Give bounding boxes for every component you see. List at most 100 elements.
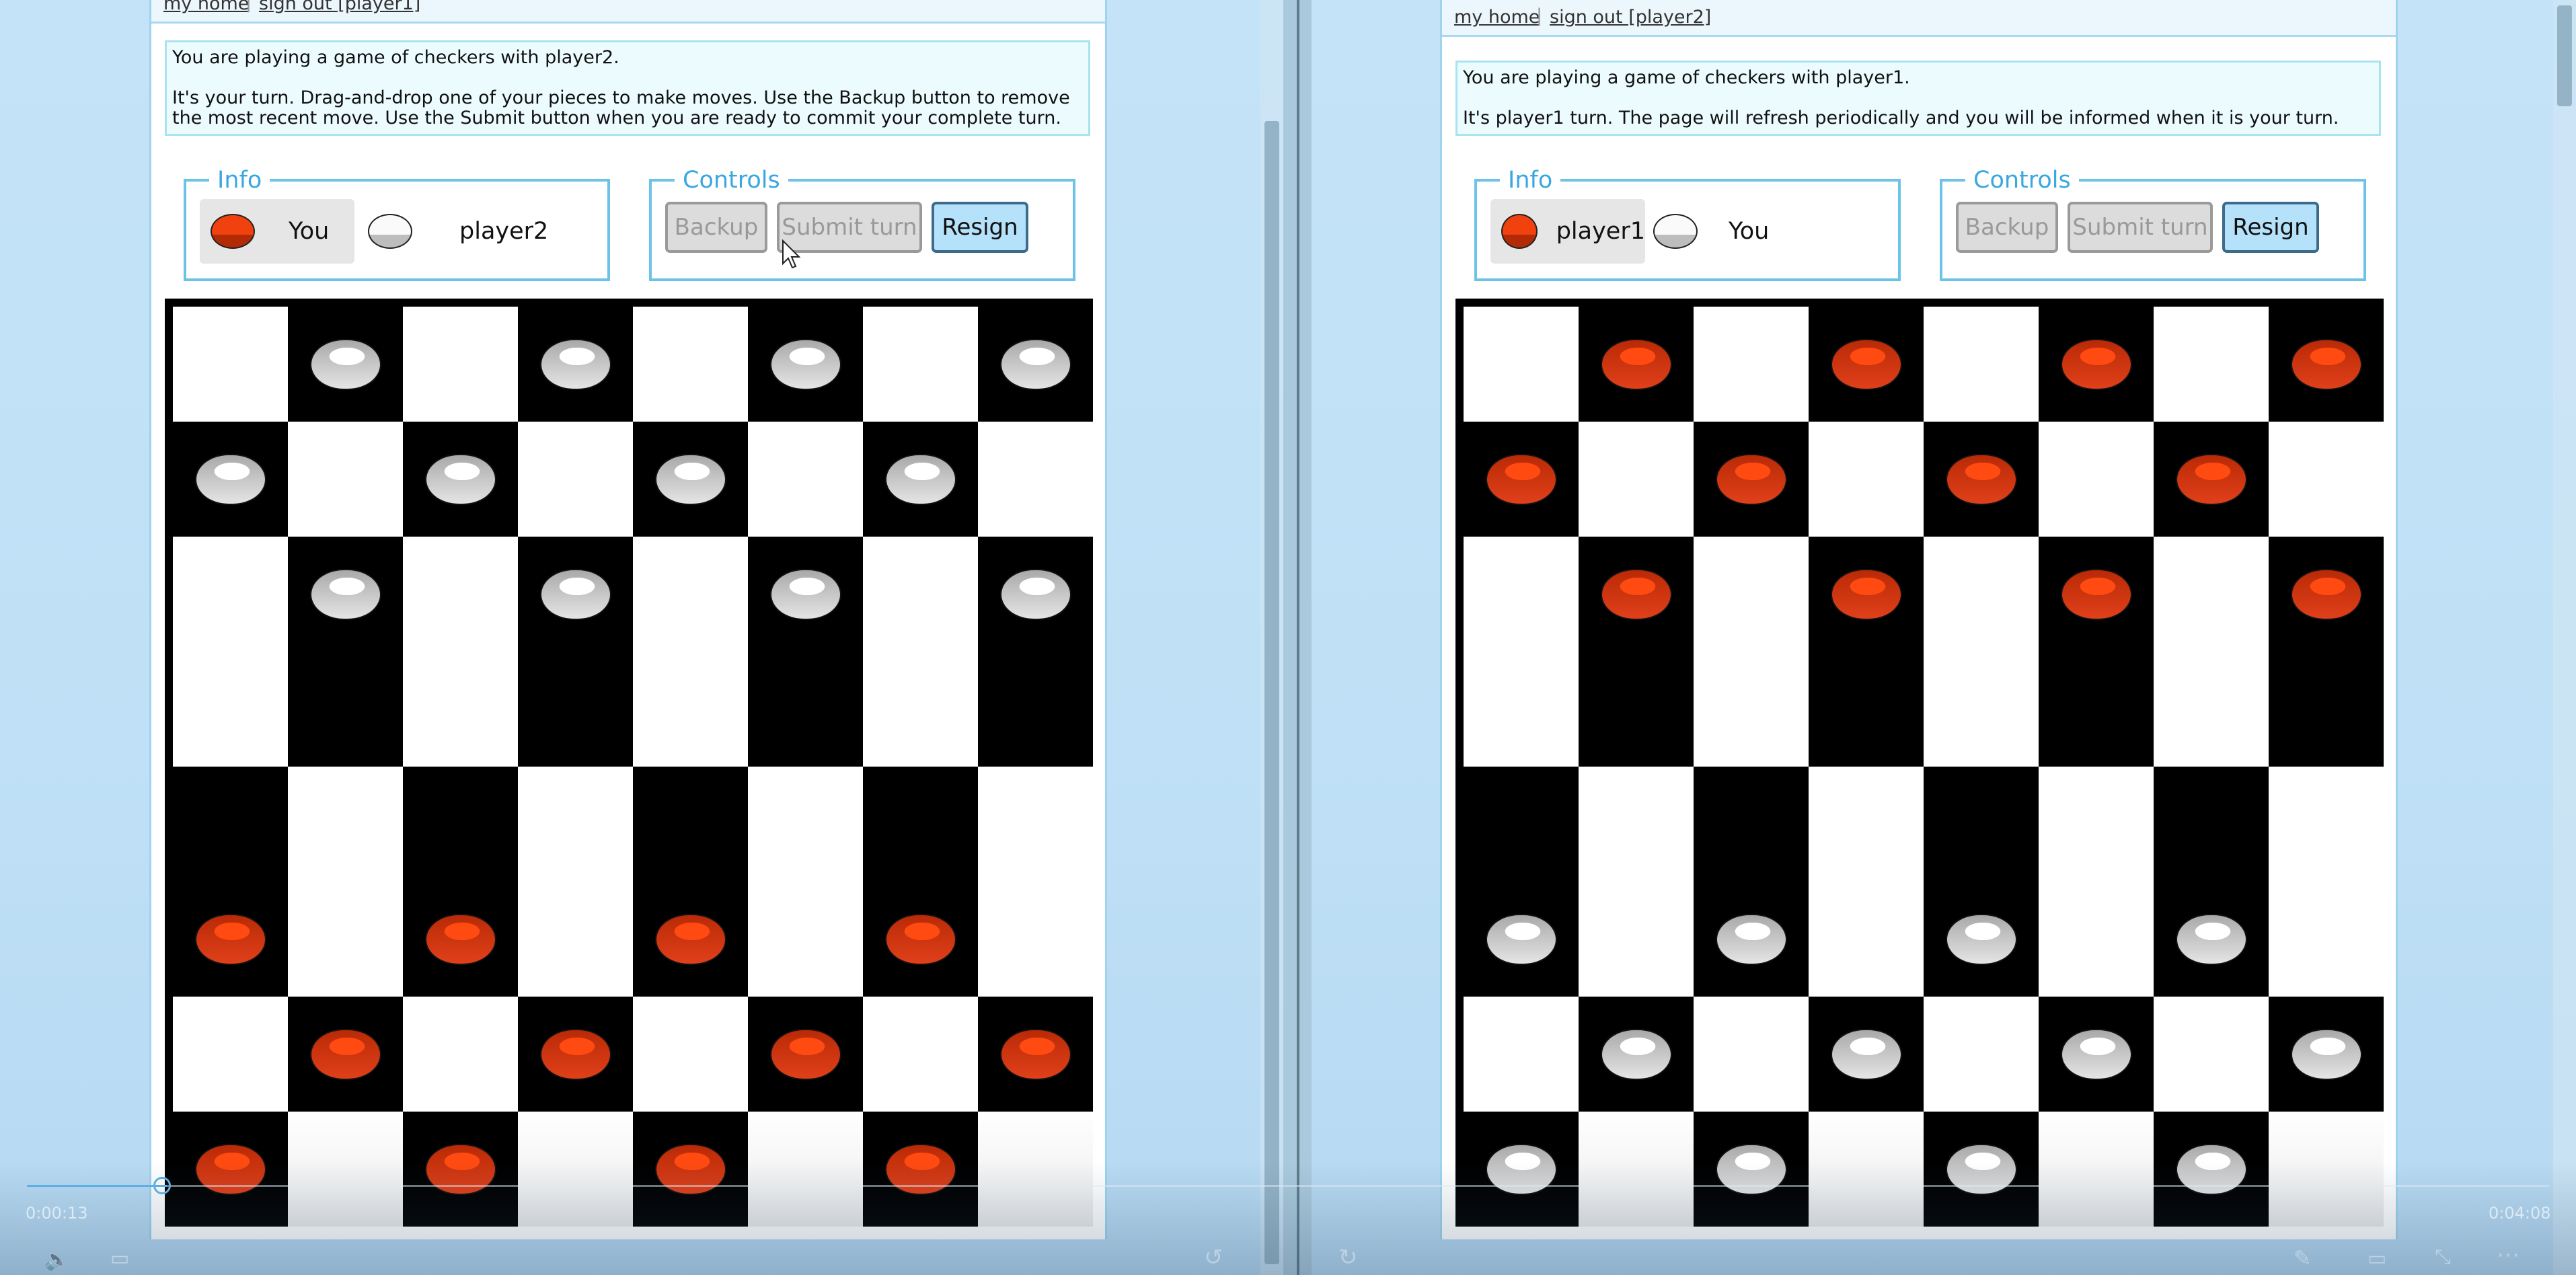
board-square[interactable]: [1694, 882, 1809, 997]
board-square[interactable]: [173, 537, 288, 652]
board-square[interactable]: [1924, 997, 2039, 1112]
white-checker-piece[interactable]: [655, 454, 726, 505]
board-square[interactable]: [2154, 882, 2269, 997]
red-checker-piece[interactable]: [1831, 569, 1902, 620]
board-square[interactable]: [1924, 307, 2039, 422]
board-square[interactable]: [978, 997, 1093, 1112]
board-square[interactable]: [518, 307, 633, 422]
board-square[interactable]: [2269, 997, 2384, 1112]
sign-out-link[interactable]: sign out [player2]: [1550, 7, 1711, 28]
board-square[interactable]: [1809, 307, 1924, 422]
red-checker-piece[interactable]: [770, 1029, 841, 1080]
red-checker-piece[interactable]: [1946, 454, 2017, 505]
board-square[interactable]: [1924, 537, 2039, 652]
board-square[interactable]: [2269, 537, 2384, 652]
submit-turn-button[interactable]: Submit turn: [2068, 202, 2213, 253]
board-square[interactable]: [1464, 307, 1579, 422]
board-square[interactable]: [288, 767, 403, 882]
board-square[interactable]: [748, 997, 863, 1112]
board-square[interactable]: [288, 537, 403, 652]
left-scroll-thumb[interactable]: [1264, 121, 1279, 1264]
resign-button[interactable]: Resign: [2222, 202, 2319, 253]
board-square[interactable]: [1579, 767, 1694, 882]
split-divider[interactable]: [1283, 0, 1312, 1275]
board-square[interactable]: [748, 307, 863, 422]
board-square[interactable]: [173, 422, 288, 537]
board-square[interactable]: [288, 997, 403, 1112]
board-square[interactable]: [1924, 652, 2039, 767]
video-scrub-handle[interactable]: [153, 1177, 171, 1194]
white-checker-piece[interactable]: [1831, 1029, 1902, 1080]
red-checker-piece[interactable]: [2061, 569, 2132, 620]
board-square[interactable]: [173, 767, 288, 882]
board-square[interactable]: [863, 652, 978, 767]
board-square[interactable]: [633, 537, 748, 652]
white-checker-piece[interactable]: [1601, 1029, 1672, 1080]
board-square[interactable]: [633, 997, 748, 1112]
red-checker-piece[interactable]: [310, 1029, 381, 1080]
white-checker-piece[interactable]: [1000, 339, 1071, 390]
sign-out-link[interactable]: sign out [player1]: [259, 0, 420, 14]
board-square[interactable]: [1464, 422, 1579, 537]
video-progress-track[interactable]: [27, 1185, 2549, 1187]
white-checker-piece[interactable]: [770, 339, 841, 390]
red-checker-piece[interactable]: [1831, 339, 1902, 390]
board-square[interactable]: [288, 422, 403, 537]
board-square[interactable]: [173, 882, 288, 997]
board-square[interactable]: [2039, 882, 2154, 997]
board-square[interactable]: [1464, 997, 1579, 1112]
board-square[interactable]: [863, 882, 978, 997]
board-square[interactable]: [173, 997, 288, 1112]
resign-button[interactable]: Resign: [932, 202, 1028, 253]
board-square[interactable]: [2269, 422, 2384, 537]
captions-icon[interactable]: ▭: [110, 1247, 129, 1270]
board-square[interactable]: [1694, 537, 1809, 652]
board-square[interactable]: [748, 422, 863, 537]
board-square[interactable]: [1694, 997, 1809, 1112]
board-square[interactable]: [403, 537, 518, 652]
board-square[interactable]: [1809, 422, 1924, 537]
red-checker-piece[interactable]: [2291, 339, 2362, 390]
board-square[interactable]: [978, 422, 1093, 537]
board-square[interactable]: [1579, 422, 1694, 537]
board-square[interactable]: [748, 882, 863, 997]
board-square[interactable]: [1464, 882, 1579, 997]
board-square[interactable]: [173, 307, 288, 422]
red-checker-piece[interactable]: [885, 914, 956, 965]
board-square[interactable]: [633, 882, 748, 997]
red-checker-piece[interactable]: [1716, 454, 1787, 505]
board-square[interactable]: [633, 767, 748, 882]
board-square[interactable]: [518, 422, 633, 537]
board-square[interactable]: [1579, 997, 1694, 1112]
red-checker-piece[interactable]: [2176, 454, 2247, 505]
board-square[interactable]: [288, 652, 403, 767]
board-square[interactable]: [2039, 422, 2154, 537]
board-square[interactable]: [2039, 307, 2154, 422]
board-square[interactable]: [863, 537, 978, 652]
red-checker-piece[interactable]: [425, 914, 496, 965]
board-square[interactable]: [1464, 652, 1579, 767]
white-checker-piece[interactable]: [540, 569, 611, 620]
white-checker-piece[interactable]: [310, 569, 381, 620]
board-square[interactable]: [2154, 767, 2269, 882]
board-square[interactable]: [978, 537, 1093, 652]
board-square[interactable]: [1694, 652, 1809, 767]
board-square[interactable]: [518, 997, 633, 1112]
board-square[interactable]: [1694, 307, 1809, 422]
board-square[interactable]: [2154, 307, 2269, 422]
white-checker-piece[interactable]: [1946, 914, 2017, 965]
rewind-icon[interactable]: ↺: [1204, 1244, 1223, 1271]
red-checker-piece[interactable]: [1000, 1029, 1071, 1080]
board-square[interactable]: [403, 307, 518, 422]
white-checker-piece[interactable]: [2176, 914, 2247, 965]
red-checker-piece[interactable]: [1601, 569, 1672, 620]
white-checker-piece[interactable]: [2291, 1029, 2362, 1080]
board-square[interactable]: [1924, 422, 2039, 537]
board-square[interactable]: [978, 767, 1093, 882]
left-scrollbar[interactable]: [1260, 0, 1283, 1275]
board-square[interactable]: [403, 767, 518, 882]
board-square[interactable]: [863, 307, 978, 422]
white-checker-piece[interactable]: [1716, 914, 1787, 965]
red-checker-piece[interactable]: [1601, 339, 1672, 390]
board-square[interactable]: [748, 537, 863, 652]
